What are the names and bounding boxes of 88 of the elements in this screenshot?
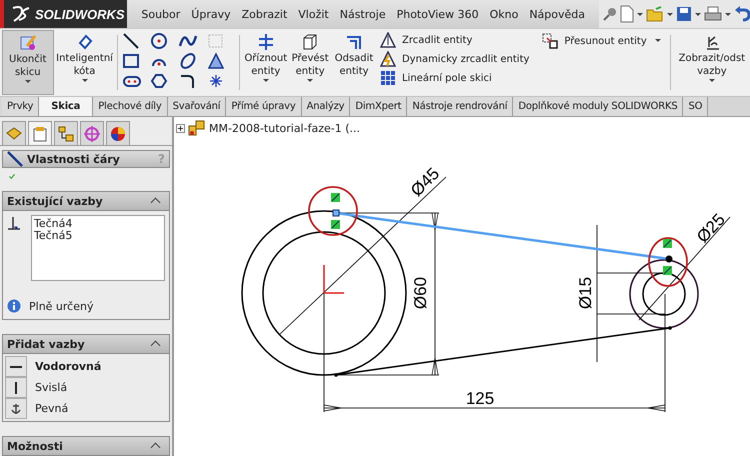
endpoint-handle[interactable] <box>666 256 672 262</box>
menu-item[interactable]: Okno <box>490 8 518 20</box>
mirror-icon <box>380 32 396 48</box>
logo-text: SOLIDWORKS <box>35 6 125 22</box>
horizontal-relation-icon[interactable] <box>5 356 27 377</box>
panel-tab[interactable] <box>80 121 104 145</box>
appearance-icon <box>109 124 127 142</box>
relation-option[interactable]: Svislá <box>35 381 68 394</box>
ribbon-button[interactable]: Převést entity <box>288 29 332 96</box>
sketch-pencil-icon <box>18 34 37 52</box>
ribbon-button[interactable]: Oříznout entity <box>243 29 288 96</box>
ribbon-button[interactable]: Zobrazit/odst vazby <box>674 29 750 96</box>
menu-item[interactable]: Soubor <box>141 8 180 20</box>
property-title: Vlastnosti čáry <box>27 152 121 166</box>
relation-option[interactable]: Vodorovná <box>35 360 102 373</box>
properties-icon <box>31 124 49 142</box>
group-title: Existující vazby <box>7 194 103 208</box>
info-icon <box>7 299 21 313</box>
status-text: Plně určený <box>29 300 94 312</box>
relation-option[interactable]: Pevná <box>35 402 68 415</box>
highlight-circle <box>308 186 358 236</box>
ribbon-tab[interactable]: Analýzy <box>302 97 350 116</box>
undo-icon[interactable] <box>734 6 750 22</box>
group-title: Možnosti <box>7 440 63 452</box>
menu-item[interactable]: Nápověda <box>529 8 585 20</box>
ribbon-tab[interactable]: Doplňkové moduly SOLIDWORKS <box>513 97 684 116</box>
menu-item[interactable]: Vložit <box>298 8 329 20</box>
ribbon-tab[interactable]: DimXpert <box>350 97 408 116</box>
dropdown-icon[interactable] <box>725 12 731 16</box>
dropdown-icon[interactable] <box>654 39 661 42</box>
tree-item[interactable]: MM-2008-tutorial-faze-1 (... <box>209 122 360 134</box>
dimension-label[interactable]: Ø15 <box>576 276 595 310</box>
new-document-icon[interactable] <box>620 5 634 23</box>
menu-item[interactable]: Zobrazit <box>242 8 288 20</box>
assembly-icon <box>188 120 206 136</box>
ribbon-button[interactable]: Zrcadlit entity <box>380 32 532 48</box>
ribbon-tab[interactable]: SO <box>683 97 708 116</box>
panel-tab[interactable] <box>106 121 130 145</box>
ribbon-button[interactable]: Inteligentní kóta <box>56 29 114 96</box>
dropdown-icon[interactable] <box>695 12 701 16</box>
dimension-label[interactable]: Ø60 <box>411 276 430 310</box>
ribbon-tab[interactable]: Svařování <box>168 97 226 116</box>
tangent-relation-icon[interactable] <box>331 220 340 229</box>
menu-item[interactable]: PhotoView 360 <box>396 8 479 20</box>
list-item[interactable]: Tečná4 <box>34 218 162 230</box>
ribbon-tab[interactable]: Nástroje rendrování <box>407 97 514 116</box>
ribbon-button[interactable]: Přesunout entity <box>542 33 647 49</box>
vertical-relation-icon[interactable] <box>5 377 27 398</box>
panel-tab[interactable] <box>28 121 52 145</box>
menu-item[interactable]: Nástroje <box>340 8 386 20</box>
offset-icon <box>345 33 364 51</box>
panel-tab[interactable] <box>2 121 26 145</box>
ribbon-tab[interactable]: Skica <box>39 97 94 116</box>
dropdown-icon[interactable] <box>667 12 673 16</box>
crosshair-icon <box>83 124 101 142</box>
ribbon-tab[interactable]: Plechové díly <box>93 97 168 116</box>
tangent-relation-icon[interactable] <box>663 266 672 275</box>
line-icon <box>7 151 23 167</box>
grid-pattern-icon <box>380 70 396 86</box>
dimension-label[interactable]: 125 <box>466 389 494 408</box>
move-icon <box>542 33 558 49</box>
tangent-icon <box>7 215 21 231</box>
ribbon-button[interactable]: Odsadit entity <box>332 29 376 96</box>
logo-icon <box>10 5 32 23</box>
trim-icon <box>256 33 275 51</box>
anchor-icon[interactable] <box>5 398 27 419</box>
coincident-relation-icon[interactable] <box>331 193 340 202</box>
ellipse-tool-icon[interactable] <box>178 52 198 70</box>
printer-icon[interactable] <box>704 6 722 22</box>
config-icon <box>57 124 75 142</box>
expand-icon[interactable] <box>176 124 185 132</box>
cube-icon <box>301 33 320 51</box>
ribbon-tab[interactable]: Přímé úpravy <box>226 97 302 116</box>
ribbon-button[interactable]: Dynamicky zrcadlit entity <box>380 51 532 67</box>
mirror-lightning-icon <box>380 51 396 67</box>
endpoint-handle[interactable] <box>332 210 340 216</box>
ribbon-button[interactable]: Lineární pole skici <box>380 70 532 86</box>
ribbon-tab[interactable]: Prvky <box>2 97 40 116</box>
dropdown-icon[interactable] <box>637 12 643 16</box>
list-item[interactable]: Tečná5 <box>34 230 162 242</box>
highlight-circle <box>648 237 688 287</box>
menu-item[interactable]: Úpravy <box>191 8 231 20</box>
group-title: Přidat vazby <box>7 338 85 350</box>
save-icon[interactable] <box>676 6 692 22</box>
tangent-relation-icon[interactable] <box>663 239 672 248</box>
ribbon-button[interactable]: Ukončit skicu <box>2 30 54 95</box>
parts-icon <box>5 124 23 142</box>
panel-tab[interactable] <box>54 121 78 145</box>
